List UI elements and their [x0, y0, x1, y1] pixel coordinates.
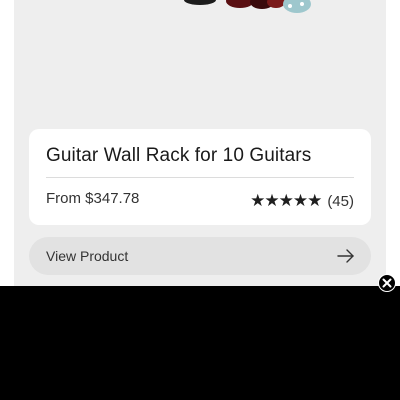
close-icon: [382, 278, 392, 288]
star-rating-icon: ★★★★★: [250, 191, 322, 210]
product-info-card: Guitar Wall Rack for 10 Guitars From $34…: [29, 129, 371, 225]
arrow-right-icon: [337, 249, 354, 263]
view-product-button[interactable]: View Product: [29, 237, 371, 275]
ad-overlay: [0, 286, 400, 400]
product-image: [184, 0, 311, 13]
review-count: (45): [327, 193, 354, 210]
product-title: Guitar Wall Rack for 10 Guitars: [46, 145, 312, 166]
divider: [46, 177, 354, 178]
product-price: From $347.78: [46, 190, 140, 207]
close-button[interactable]: [378, 274, 396, 292]
product-rating: ★★★★★ (45): [250, 191, 354, 211]
view-product-label: View Product: [46, 248, 129, 264]
